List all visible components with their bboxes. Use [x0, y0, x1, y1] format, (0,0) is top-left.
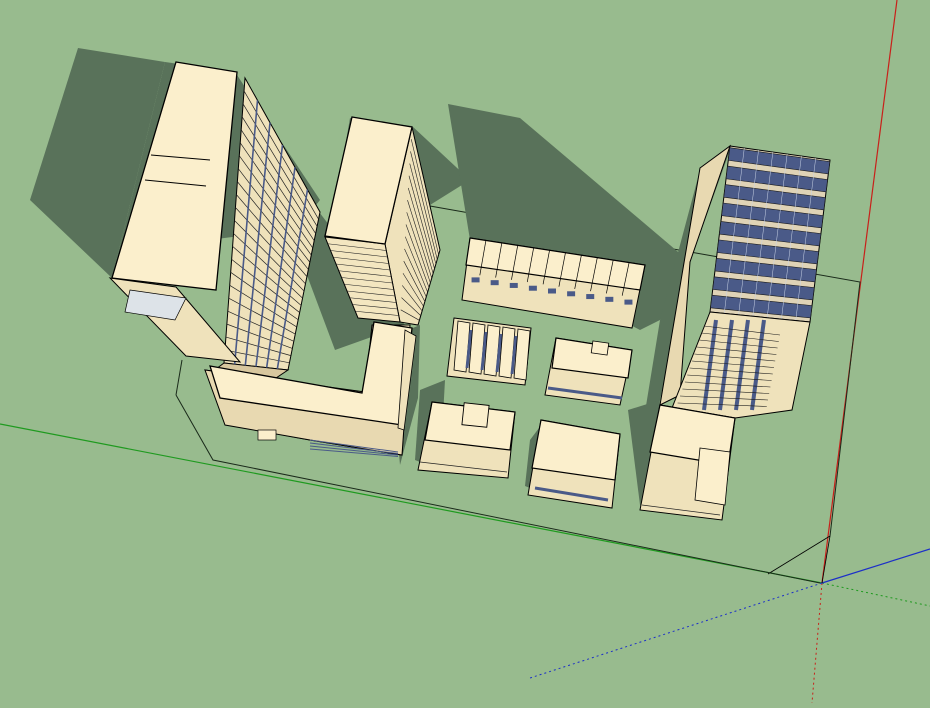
small-block-front-left[interactable]: [417, 401, 516, 479]
small-block-ribbed[interactable]: [446, 317, 532, 386]
window: [509, 282, 518, 288]
small-block-front-right[interactable]: [527, 419, 621, 509]
window: [567, 291, 576, 297]
window: [605, 296, 614, 302]
scene-canvas[interactable]: [0, 0, 930, 704]
window: [490, 280, 499, 286]
3d-model-viewport[interactable]: [0, 0, 930, 704]
small-block-right[interactable]: [544, 337, 633, 406]
window: [586, 294, 595, 300]
window: [548, 288, 556, 294]
window: [471, 277, 480, 283]
window: [624, 299, 633, 305]
window: [528, 285, 537, 291]
small-block-roof-ribs: [453, 320, 531, 381]
podium-entrance-canopy: [257, 429, 277, 441]
